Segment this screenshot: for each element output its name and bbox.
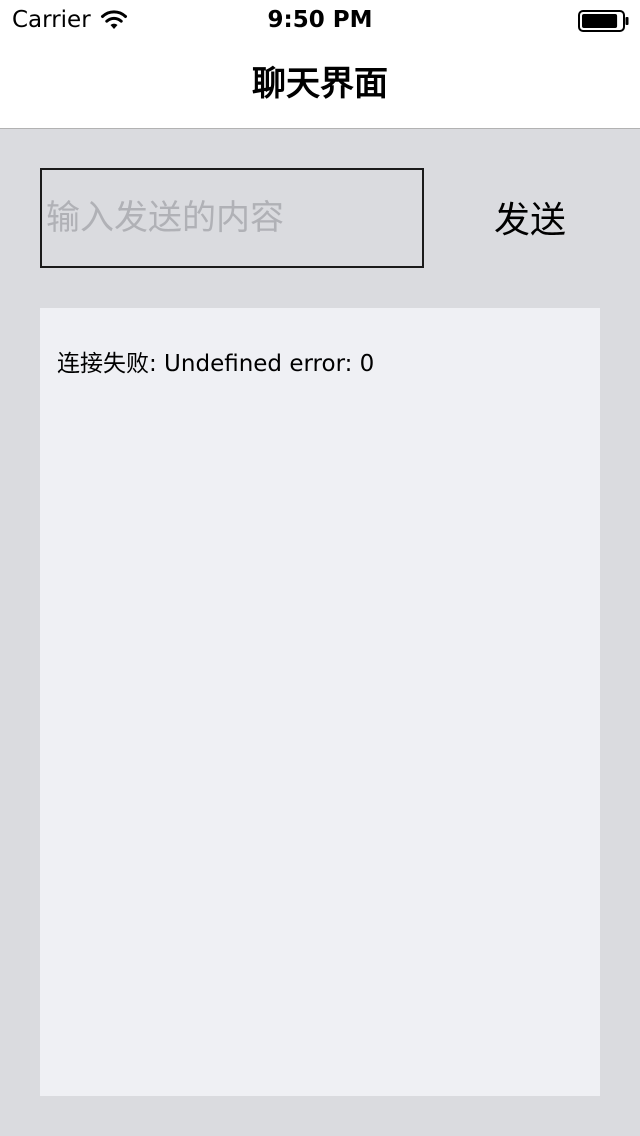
navigation-bar: 聊天界面 [0, 40, 640, 129]
log-message: 连接失败: Undefined error: 0 [57, 351, 375, 377]
chat-content: 发送 连接失败: Undefined error: 0 [0, 129, 640, 1136]
status-bar: Carrier 9:50 PM [0, 0, 640, 40]
message-input[interactable] [40, 168, 424, 268]
status-time: 9:50 PM [267, 7, 373, 33]
message-log: 连接失败: Undefined error: 0 [40, 308, 600, 1096]
battery-icon [578, 10, 630, 32]
page-title: 聊天界面 [252, 64, 388, 104]
send-button[interactable]: 发送 [460, 177, 600, 257]
